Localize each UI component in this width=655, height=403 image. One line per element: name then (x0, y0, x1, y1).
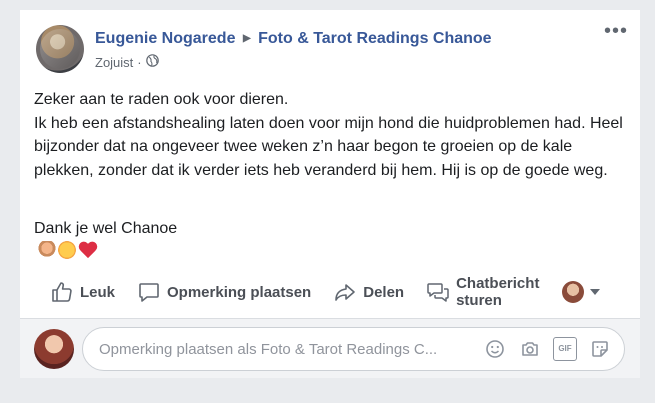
comment-label: Opmerking plaatsen (167, 283, 312, 301)
post-header: Eugenie Nogarede ▶ Foto & Tarot Readings… (95, 30, 492, 48)
post-meta: Zojuist · (95, 54, 159, 70)
post-card: Eugenie Nogarede ▶ Foto & Tarot Readings… (20, 10, 640, 378)
emoji-group (38, 241, 98, 259)
globe-icon[interactable] (145, 54, 159, 70)
gif-icon[interactable]: GIF (553, 337, 577, 361)
thanks-text: Dank je wel Chanoe (34, 219, 178, 237)
share-button[interactable]: Delen (333, 280, 404, 304)
post-body: Zeker aan te raden ook voor dieren. Ik h… (34, 88, 624, 275)
more-options-icon[interactable]: ••• (604, 20, 628, 43)
reaction-identity-selector[interactable] (562, 281, 601, 303)
sticker-icon[interactable] (588, 337, 612, 361)
arrow-right-icon: ▶ (242, 33, 251, 44)
red-heart-icon (78, 241, 98, 259)
post-paragraph: Zeker aan te raden ook voor dieren. Ik h… (34, 91, 623, 179)
like-label: Leuk (80, 283, 116, 301)
comment-composer: GIF (20, 319, 640, 378)
page-name[interactable]: Foto & Tarot Readings Chanoe (258, 30, 491, 47)
post-paragraph-thanks: Dank je wel Chanoe (34, 193, 624, 264)
smiling-face-icon (58, 241, 76, 259)
comment-input[interactable] (99, 340, 483, 358)
commenter-avatar (34, 329, 74, 369)
action-bar: Leuk Opmerking plaatsen Delen Chatberich… (20, 272, 640, 312)
separator-dot: · (137, 54, 142, 70)
gif-label: GIF (553, 337, 577, 361)
share-label: Delen (363, 283, 405, 301)
camera-icon[interactable] (518, 337, 542, 361)
caret-down-icon (590, 289, 601, 295)
comment-input-wrapper[interactable]: GIF (82, 327, 625, 371)
comment-button[interactable]: Opmerking plaatsen (137, 280, 311, 304)
thumbs-up-icon (52, 282, 72, 302)
emoji-icon[interactable] (483, 337, 507, 361)
mini-avatar (562, 281, 585, 303)
share-arrow-icon (335, 284, 356, 301)
comment-bubble-icon (139, 283, 159, 302)
like-button[interactable]: Leuk (50, 280, 115, 304)
author-avatar[interactable] (36, 25, 84, 73)
chat-bubbles-icon (427, 283, 449, 302)
comment-input-icons: GIF (483, 337, 612, 361)
folded-hands-icon (38, 241, 56, 259)
message-button[interactable]: Chatbericht sturen (426, 275, 548, 309)
message-label: Chatbericht sturen (456, 275, 540, 309)
author-name[interactable]: Eugenie Nogarede (95, 30, 235, 47)
timestamp[interactable]: Zojuist (95, 55, 133, 70)
